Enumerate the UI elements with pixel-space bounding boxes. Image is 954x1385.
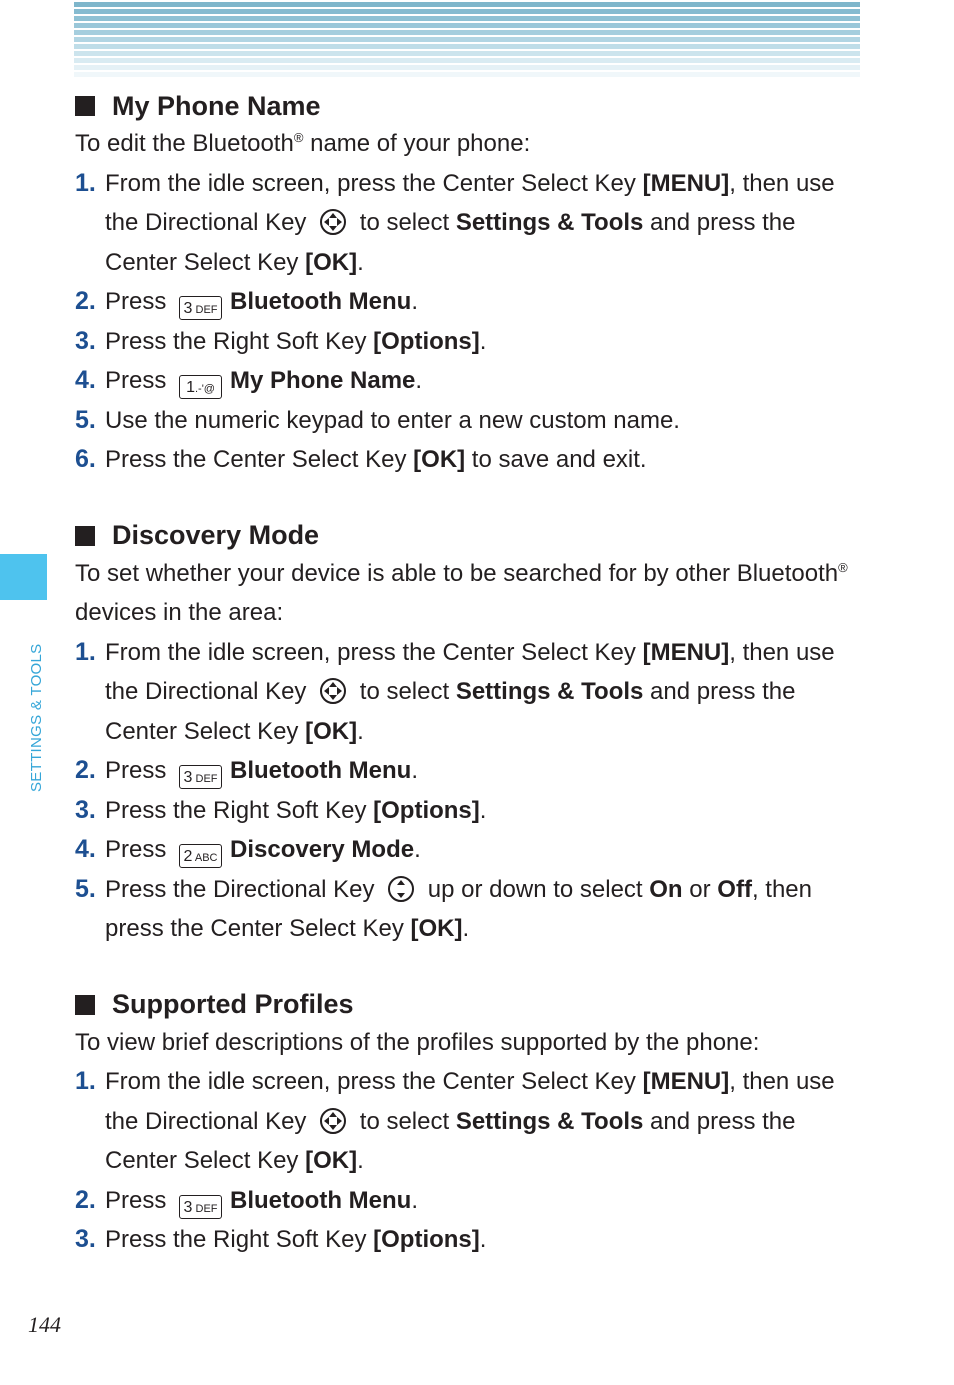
step-item: 2. Press 3 DEF Bluetooth Menu. <box>75 751 865 791</box>
step-item: 2. Press 3 DEF Bluetooth Menu. <box>75 282 865 322</box>
bullet-square-icon <box>75 525 95 546</box>
step-item: 5. Press the Directional Key up or down t… <box>75 874 812 943</box>
step-item: 3. Press the Right Soft Key [Options]. <box>75 795 487 824</box>
header-stripe <box>74 37 860 42</box>
step-item: 1. From the idle screen, press the Center… <box>75 637 835 745</box>
step-item: 5. Use the numeric keypad to enter a new … <box>75 405 680 434</box>
section-intro: To view brief descriptions of the profil… <box>75 1028 760 1056</box>
step-item: 3. Press the Right Soft Key [Options]. <box>75 326 487 355</box>
header-stripe <box>74 51 860 56</box>
section-heading: Supported Profiles <box>75 987 865 1023</box>
step-item: 4. Press 1.-'@ My Phone Name. <box>75 361 865 401</box>
key-3-icon: 3 DEF <box>179 1194 223 1219</box>
header-stripe <box>74 9 860 14</box>
section-supported-profiles: Supported Profiles To view brief descrip… <box>75 987 865 1260</box>
directional-key-icon <box>320 678 347 704</box>
step-item: 3. Press the Right Soft Key [Options]. <box>75 1225 487 1253</box>
bullet-square-icon <box>75 994 95 1015</box>
step-item: 4. Press 2 ABC Discovery Mode. <box>75 830 865 870</box>
step-item: 2. Press 3 DEF Bluetooth Menu. <box>75 1181 865 1221</box>
section-heading: My Phone Name <box>75 88 865 124</box>
step-item: 1. From the idle screen, press the Center… <box>75 168 835 276</box>
header-stripe <box>74 23 860 28</box>
chapter-label: SETTINGS & TOOLS <box>28 643 45 792</box>
header-stripe <box>74 16 860 21</box>
header-stripe <box>74 65 860 70</box>
page-content: My Phone Name To edit the Bluetooth® nam… <box>75 88 865 1298</box>
header-stripe <box>74 58 860 63</box>
key-2-icon: 2 ABC <box>179 844 223 868</box>
header-decorative-band <box>74 2 860 78</box>
bullet-square-icon <box>75 96 95 116</box>
directional-key-icon <box>320 1107 347 1134</box>
step-item: 6. Press the Center Select Key [OK] to sa… <box>75 445 647 473</box>
page-number: 144 <box>28 1312 61 1337</box>
header-stripe <box>74 2 860 7</box>
up-down-key-icon <box>388 875 415 902</box>
section-intro: To edit the Bluetooth® name of your phon… <box>75 130 531 157</box>
header-stripe <box>74 30 860 35</box>
section-discovery-mode: Discovery Mode To set whether your devic… <box>75 518 865 949</box>
section-intro: To set whether your device is able to be… <box>75 559 848 627</box>
section-my-phone-name: My Phone Name To edit the Bluetooth® nam… <box>75 88 865 480</box>
section-heading: Discovery Mode <box>75 518 865 554</box>
directional-key-icon <box>320 209 347 235</box>
step-item: 1. From the idle screen, press the Center… <box>75 1067 835 1174</box>
key-3-icon: 3 DEF <box>179 765 223 789</box>
header-stripe <box>74 72 860 77</box>
key-3-icon: 3 DEF <box>179 296 223 320</box>
chapter-tab <box>0 554 47 600</box>
header-stripe <box>74 44 860 49</box>
key-1-icon: 1.-'@ <box>179 375 223 399</box>
